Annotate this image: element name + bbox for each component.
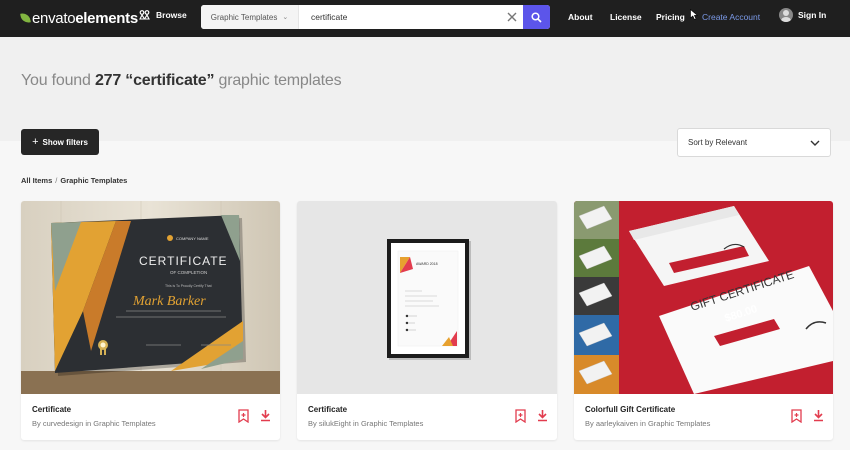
create-account-link[interactable]: Create Account <box>702 12 760 22</box>
svg-text:OF COMPLETION: OF COMPLETION <box>170 270 207 275</box>
download-icon <box>537 410 547 422</box>
search-button[interactable] <box>523 5 550 29</box>
envato-elements-logo[interactable]: envatoelements <box>20 9 138 27</box>
browse-icon <box>139 10 150 20</box>
breadcrumb-graphic-templates[interactable]: Graphic Templates <box>60 176 127 185</box>
result-card[interactable]: AWARD 2018 Certificate By silukEight in … <box>297 201 557 440</box>
category-select-value: Graphic Templates <box>210 12 278 22</box>
card-author[interactable]: By aarleykaiven in Graphic Templates <box>585 419 710 428</box>
clear-search-button[interactable] <box>501 5 523 29</box>
add-to-collection-button[interactable] <box>790 408 802 423</box>
sort-select-value: Sort by Relevant <box>688 138 748 147</box>
card-title[interactable]: Certificate <box>308 405 347 414</box>
gift-certificate-preview-image: GIFT CERTIFICATE $80.00 <box>574 201 833 394</box>
svg-text:COMPANY NAME: COMPANY NAME <box>176 236 209 241</box>
card-thumbnail[interactable]: COMPANY NAME CERTIFICATE OF COMPLETION T… <box>21 201 280 394</box>
card-thumbnail[interactable]: GIFT CERTIFICATE $80.00 <box>574 201 833 394</box>
search-bar: Graphic Templates ⌄ <box>201 5 550 29</box>
plus-icon: + <box>32 135 39 148</box>
show-filters-label: Show filters <box>42 137 88 147</box>
card-title[interactable]: Colorfull Gift Certificate <box>585 405 675 414</box>
search-icon <box>531 11 542 23</box>
top-navigation-bar: envatoelements Browse Graphic Templates … <box>0 0 850 37</box>
result-card[interactable]: GIFT CERTIFICATE $80.00 Colorfull Gift C… <box>574 201 833 440</box>
certificate-preview-image: COMPANY NAME CERTIFICATE OF COMPLETION T… <box>21 201 280 394</box>
search-input[interactable] <box>299 5 501 29</box>
bookmark-add-icon <box>790 408 802 423</box>
sign-in-label: Sign In <box>798 10 827 20</box>
browse-menu[interactable]: Browse <box>139 10 187 20</box>
svg-text:AWARD 2018: AWARD 2018 <box>416 262 438 266</box>
bookmark-add-icon <box>514 408 526 423</box>
results-heading: You found 277 “certificate” graphic temp… <box>21 72 342 89</box>
sort-select[interactable]: Sort by Relevant <box>677 128 831 157</box>
certificate-preview-image: AWARD 2018 <box>297 201 557 394</box>
svg-text:This is To Proudly Certify Tha: This is To Proudly Certify That <box>165 284 212 288</box>
svg-text:CERTIFICATE: CERTIFICATE <box>139 254 228 268</box>
download-button[interactable] <box>536 408 548 423</box>
sign-in-button[interactable]: Sign In <box>779 8 826 22</box>
show-filters-button[interactable]: + Show filters <box>21 129 99 155</box>
card-author[interactable]: By curvedesign in Graphic Templates <box>32 419 156 428</box>
mouse-cursor-icon <box>690 9 698 20</box>
breadcrumb-all-items[interactable]: All Items <box>21 176 52 185</box>
chevron-down-icon: ⌄ <box>282 14 289 21</box>
chevron-down-icon <box>810 140 820 146</box>
nav-about-link[interactable]: About <box>568 12 593 22</box>
nav-license-link[interactable]: License <box>610 12 642 22</box>
download-icon <box>813 410 823 422</box>
add-to-collection-button[interactable] <box>237 408 249 423</box>
add-to-collection-button[interactable] <box>514 408 526 423</box>
download-button[interactable] <box>259 408 271 423</box>
logo-text: envatoelements <box>32 9 138 27</box>
card-thumbnail[interactable]: AWARD 2018 <box>297 201 557 394</box>
bookmark-add-icon <box>237 408 249 423</box>
card-actions <box>790 408 824 423</box>
browse-label: Browse <box>156 10 187 20</box>
leaf-icon <box>20 12 31 24</box>
category-select[interactable]: Graphic Templates ⌄ <box>201 5 299 29</box>
download-button[interactable] <box>812 408 824 423</box>
card-author[interactable]: By silukEight in Graphic Templates <box>308 419 423 428</box>
card-title[interactable]: Certificate <box>32 405 71 414</box>
result-card[interactable]: COMPANY NAME CERTIFICATE OF COMPLETION T… <box>21 201 280 440</box>
card-actions <box>514 408 548 423</box>
nav-pricing-link[interactable]: Pricing <box>656 12 685 22</box>
close-icon <box>507 12 517 22</box>
download-icon <box>260 410 270 422</box>
breadcrumb-separator: / <box>55 176 58 185</box>
card-actions <box>237 408 271 423</box>
user-avatar-icon <box>779 8 793 22</box>
breadcrumb: All Items / Graphic Templates <box>21 176 127 185</box>
svg-text:Mark Barker: Mark Barker <box>132 294 206 309</box>
